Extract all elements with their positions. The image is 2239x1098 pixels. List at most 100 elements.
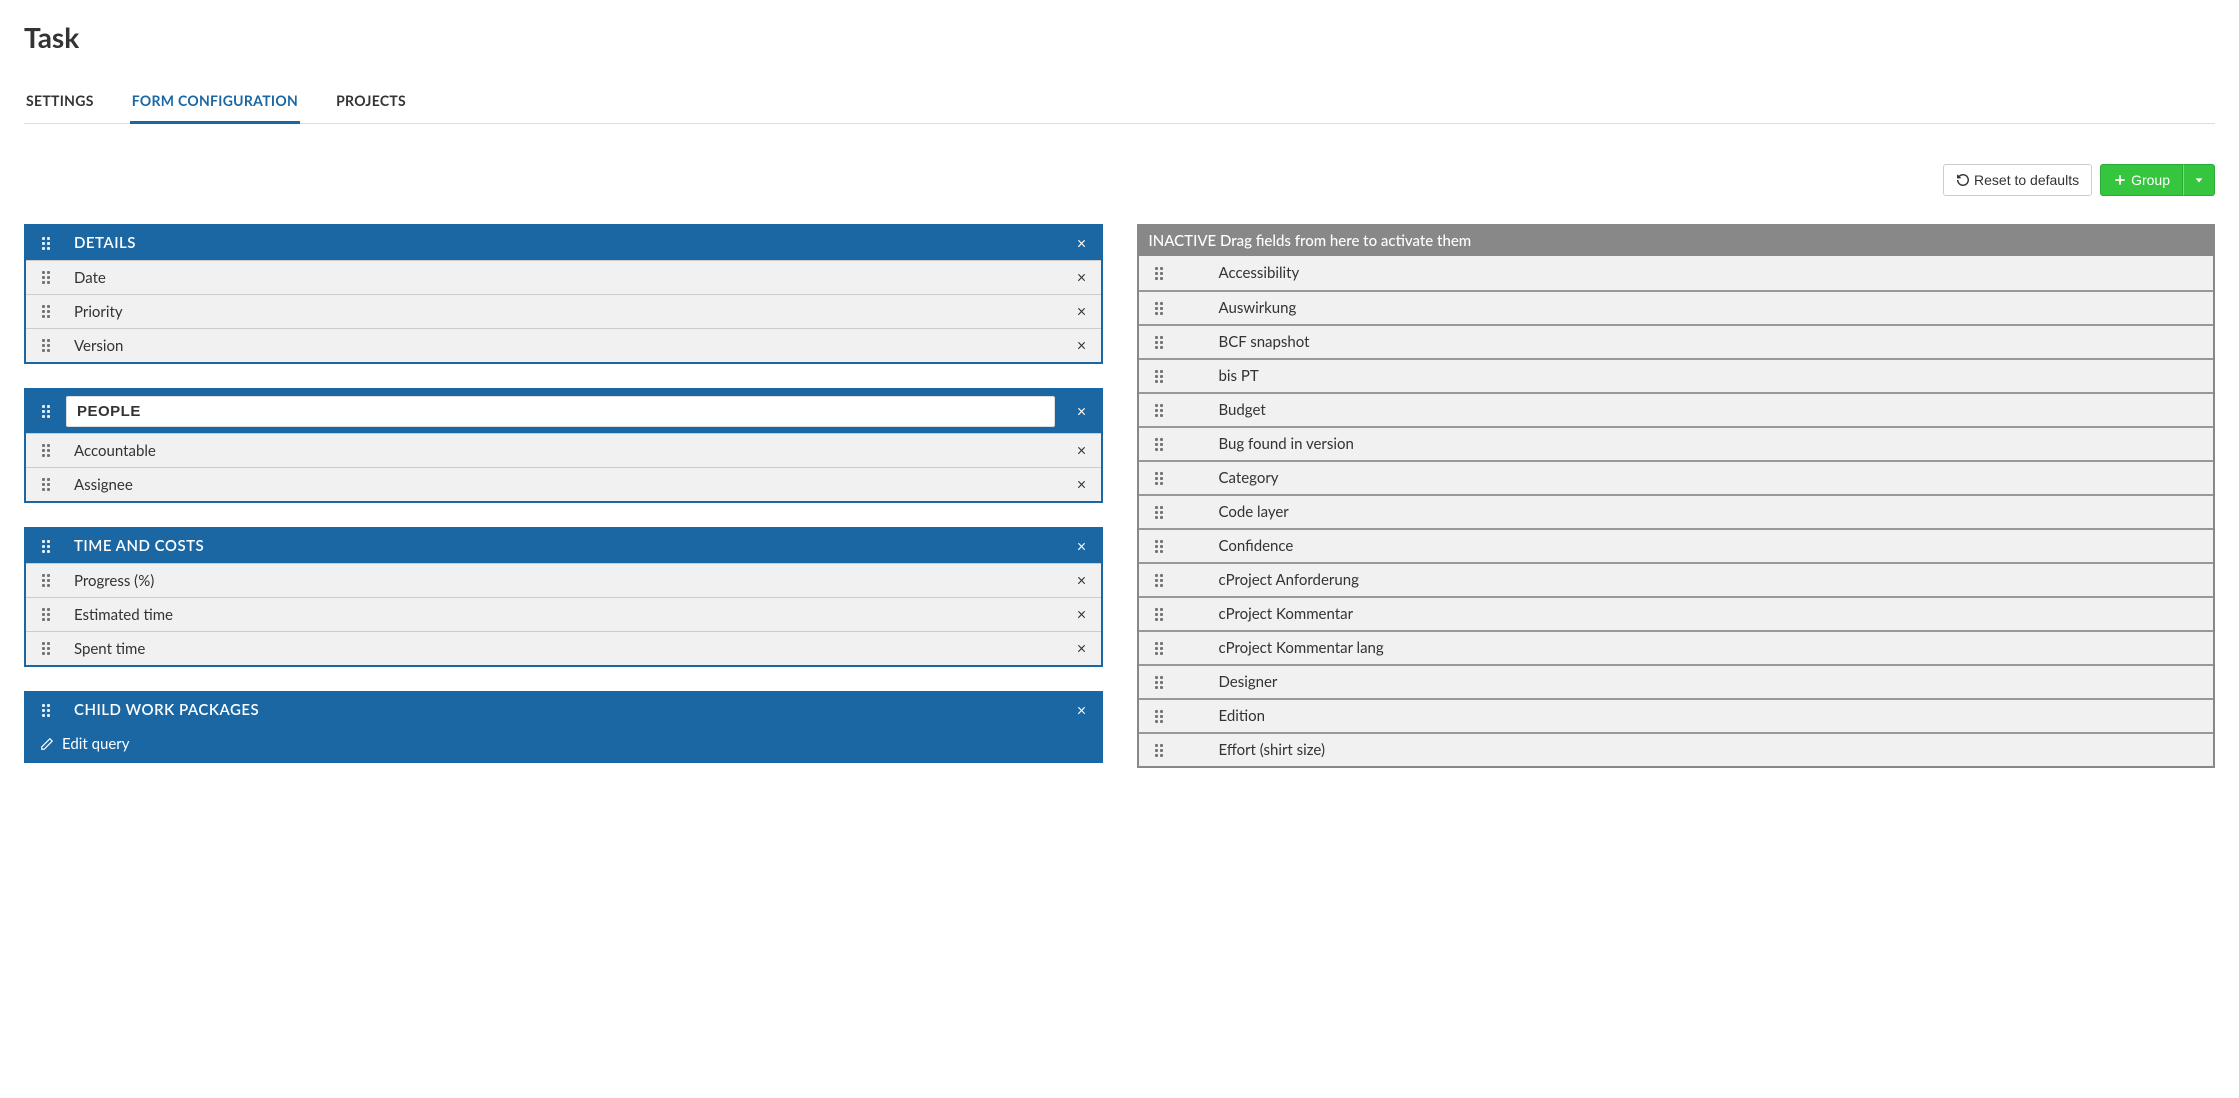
inactive-field-label: Edition: [1179, 701, 2214, 731]
remove-field-button[interactable]: ×: [1063, 302, 1101, 321]
remove-group-button[interactable]: ×: [1063, 701, 1101, 720]
close-icon: ×: [1077, 639, 1086, 658]
close-icon: ×: [1077, 234, 1086, 253]
drag-handle-icon[interactable]: [1139, 472, 1179, 485]
drag-handle-icon[interactable]: [1139, 608, 1179, 621]
group-header-details: DETAILS ×: [26, 226, 1101, 260]
drag-handle-icon[interactable]: [1139, 676, 1179, 689]
drag-handle-icon[interactable]: [26, 405, 66, 418]
remove-field-button[interactable]: ×: [1063, 605, 1101, 624]
drag-handle-icon[interactable]: [1139, 336, 1179, 349]
inactive-field-row: Bug found in version: [1139, 426, 2214, 460]
drag-handle-icon[interactable]: [1139, 574, 1179, 587]
remove-field-button[interactable]: ×: [1063, 336, 1101, 355]
inactive-field-label: Effort (shirt size): [1179, 735, 2214, 765]
group-header-child_work_packages: CHILD WORK PACKAGES×: [26, 693, 1101, 727]
drag-handle-icon[interactable]: [1139, 506, 1179, 519]
drag-handle-icon[interactable]: [1139, 302, 1179, 315]
drag-handle-icon[interactable]: [26, 339, 66, 352]
edit-query-button[interactable]: Edit query: [26, 727, 1101, 761]
drag-handle-icon[interactable]: [26, 305, 66, 318]
tab-projects[interactable]: PROJECTS: [334, 82, 408, 124]
inactive-field-label: Budget: [1179, 395, 2214, 425]
drag-handle-icon[interactable]: [1139, 710, 1179, 723]
field-label: Priority: [66, 297, 1063, 327]
inactive-field-label: Designer: [1179, 667, 2214, 697]
group-title-input-people[interactable]: [66, 396, 1055, 427]
caret-down-icon: [2194, 175, 2204, 185]
drag-handle-icon[interactable]: [1139, 438, 1179, 451]
group-time_costs: TIME AND COSTS×Progress (%)×Estimated ti…: [24, 527, 1103, 667]
drag-handle-icon[interactable]: [1139, 744, 1179, 757]
inactive-field-row: Edition: [1139, 698, 2214, 732]
remove-field-button[interactable]: ×: [1063, 639, 1101, 658]
drag-handle-icon[interactable]: [26, 237, 66, 250]
inactive-field-row: Accessibility: [1139, 256, 2214, 290]
inactive-field-label: cProject Anforderung: [1179, 565, 2214, 595]
drag-handle-icon[interactable]: [26, 608, 66, 621]
inactive-field-row: Code layer: [1139, 494, 2214, 528]
inactive-field-label: cProject Kommentar: [1179, 599, 2214, 629]
remove-field-button[interactable]: ×: [1063, 571, 1101, 590]
close-icon: ×: [1077, 605, 1086, 624]
remove-group-button[interactable]: ×: [1063, 537, 1101, 556]
drag-handle-icon[interactable]: [1139, 267, 1179, 280]
inactive-field-row: Budget: [1139, 392, 2214, 426]
add-group-dropdown-button[interactable]: [2183, 164, 2215, 196]
remove-field-button[interactable]: ×: [1063, 268, 1101, 287]
field-row: Estimated time×: [26, 597, 1101, 631]
close-icon: ×: [1077, 268, 1086, 287]
toolbar: Reset to defaults Group: [24, 164, 2215, 196]
inactive-field-row: cProject Kommentar: [1139, 596, 2214, 630]
remove-field-button[interactable]: ×: [1063, 475, 1101, 494]
inactive-field-row: Effort (shirt size): [1139, 732, 2214, 766]
tab-settings[interactable]: SETTINGS: [24, 82, 96, 124]
inactive-field-row: Designer: [1139, 664, 2214, 698]
inactive-field-label: bis PT: [1179, 361, 2214, 391]
field-label: Spent time: [66, 634, 1063, 664]
drag-handle-icon[interactable]: [1139, 540, 1179, 553]
field-row: Progress (%) ×: [26, 563, 1101, 597]
inactive-fields-box: INACTIVE Drag fields from here to activa…: [1137, 224, 2216, 768]
field-label: Date: [66, 263, 1063, 293]
drag-handle-icon[interactable]: [26, 540, 66, 553]
drag-handle-icon[interactable]: [1139, 404, 1179, 417]
tabs: SETTINGS FORM CONFIGURATION PROJECTS: [24, 82, 2215, 124]
close-icon: ×: [1077, 336, 1086, 355]
close-icon: ×: [1077, 571, 1086, 590]
close-icon: ×: [1077, 302, 1086, 321]
group-title-child_work_packages[interactable]: CHILD WORK PACKAGES: [66, 695, 1063, 725]
field-row: Priority ×: [26, 294, 1101, 328]
inactive-field-row: BCF snapshot: [1139, 324, 2214, 358]
inactive-header: INACTIVE Drag fields from here to activa…: [1139, 226, 2214, 256]
drag-handle-icon[interactable]: [1139, 370, 1179, 383]
inactive-field-label: Accessibility: [1179, 258, 2214, 288]
drag-handle-icon[interactable]: [26, 642, 66, 655]
drag-handle-icon[interactable]: [26, 704, 66, 717]
field-row: Version ×: [26, 328, 1101, 362]
field-row: Spent time ×: [26, 631, 1101, 665]
add-group-button[interactable]: Group: [2100, 164, 2183, 196]
group-title-details[interactable]: DETAILS: [66, 228, 1063, 258]
inactive-field-row: cProject Kommentar lang: [1139, 630, 2214, 664]
inactive-field-label: Bug found in version: [1179, 429, 2214, 459]
remove-field-button[interactable]: ×: [1063, 441, 1101, 460]
drag-handle-icon[interactable]: [26, 444, 66, 457]
group-title-time_costs[interactable]: TIME AND COSTS: [66, 531, 1063, 561]
reset-to-defaults-button[interactable]: Reset to defaults: [1943, 164, 2092, 196]
inactive-field-row: Auswirkung: [1139, 290, 2214, 324]
plus-icon: [2113, 173, 2127, 187]
close-icon: ×: [1077, 441, 1086, 460]
close-icon: ×: [1077, 475, 1086, 494]
field-label: Version: [66, 331, 1063, 361]
drag-handle-icon[interactable]: [26, 574, 66, 587]
field-label: Progress (%): [66, 566, 1063, 596]
tab-form-configuration[interactable]: FORM CONFIGURATION: [130, 82, 300, 124]
inactive-field-row: Confidence: [1139, 528, 2214, 562]
drag-handle-icon[interactable]: [26, 271, 66, 284]
inactive-field-row: bis PT: [1139, 358, 2214, 392]
remove-group-button[interactable]: ×: [1063, 234, 1101, 253]
remove-group-button[interactable]: ×: [1063, 402, 1101, 421]
drag-handle-icon[interactable]: [26, 478, 66, 491]
drag-handle-icon[interactable]: [1139, 642, 1179, 655]
